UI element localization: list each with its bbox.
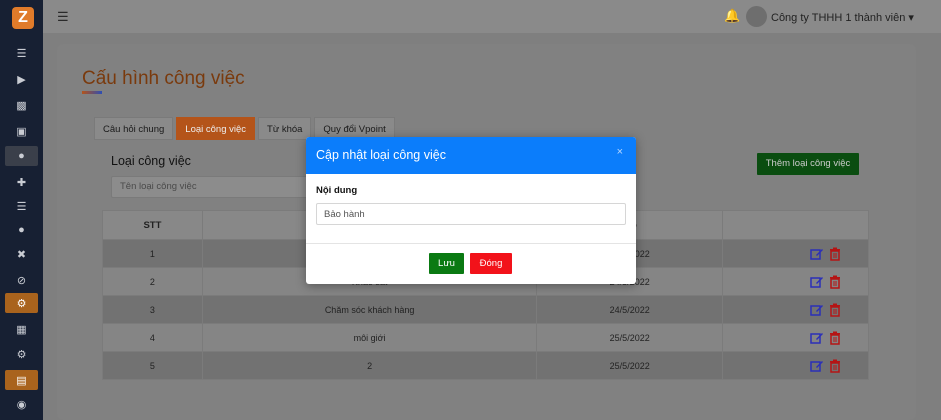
gear-icon[interactable]: ⚙ xyxy=(0,344,43,364)
building-icon[interactable]: ▦ xyxy=(0,319,43,339)
content-field-label: Nội dung xyxy=(316,185,358,196)
cell-name: Chăm sóc khách hàng xyxy=(201,295,538,324)
column-header-stt: STT xyxy=(102,210,203,240)
section-title: Loại công việc xyxy=(111,154,191,168)
table-row: 5 2 25/5/2022 xyxy=(102,351,869,380)
chart-icon[interactable]: ▩ xyxy=(0,95,43,115)
trash-icon[interactable] xyxy=(828,275,842,289)
user-times-icon[interactable]: ✖ xyxy=(0,244,43,264)
modal-title: Cập nhật loại công việc xyxy=(316,148,446,162)
cell-stt: 4 xyxy=(102,323,203,352)
edit-icon[interactable] xyxy=(809,275,824,289)
update-job-type-modal: Cập nhật loại công việc × Nội dung Lưu Đ… xyxy=(306,137,636,284)
app-logo[interactable]: Z xyxy=(12,7,34,29)
avatar[interactable] xyxy=(746,6,767,27)
cell-stt: 2 xyxy=(102,267,203,296)
add-job-type-button[interactable]: Thêm loại công việc xyxy=(757,153,859,175)
table-row: 3 Chăm sóc khách hàng 24/5/2022 xyxy=(102,295,869,324)
trash-icon[interactable] xyxy=(828,303,842,317)
user-tie-icon[interactable]: ● xyxy=(5,146,38,166)
cell-date: 25/5/2022 xyxy=(536,351,724,380)
title-underline xyxy=(82,91,102,94)
cell-actions xyxy=(722,351,869,380)
chevron-down-icon: ▾ xyxy=(908,12,914,24)
trash-icon[interactable] xyxy=(828,359,842,373)
cell-actions xyxy=(722,323,869,352)
tab-general-questions[interactable]: Câu hỏi chung xyxy=(94,117,174,140)
trash-icon[interactable] xyxy=(828,331,842,345)
content-field[interactable] xyxy=(316,203,626,225)
edit-icon[interactable] xyxy=(809,331,824,345)
list-icon[interactable]: ☰ xyxy=(0,43,43,63)
cell-stt: 3 xyxy=(102,295,203,324)
close-button[interactable]: Đóng xyxy=(470,253,512,274)
users-icon[interactable]: ● xyxy=(0,220,43,240)
edit-icon[interactable] xyxy=(809,247,824,261)
sidebar: Z ☰ ▶ ▩ ▣ ● ✚ ☰ ● ✖ ⊘ ⚙ ▦ ⚙ ▤ ◉ xyxy=(0,0,43,420)
bell-icon[interactable]: 🔔 xyxy=(724,8,740,24)
play-icon[interactable]: ▶ xyxy=(0,69,43,89)
cubes-icon[interactable]: ▣ xyxy=(0,121,43,141)
edit-icon[interactable] xyxy=(809,359,824,373)
job-type-filter-input[interactable]: Tên loại công việc xyxy=(111,176,321,198)
user-circle-icon[interactable]: ◉ xyxy=(0,394,43,414)
close-icon[interactable]: × xyxy=(617,146,623,158)
cell-date: 24/5/2022 xyxy=(536,295,724,324)
cell-stt: 1 xyxy=(102,239,203,268)
page-title: Cấu hình công việc xyxy=(82,68,245,89)
list-icon[interactable]: ☰ xyxy=(0,196,43,216)
modal-header: Cập nhật loại công việc × xyxy=(306,137,636,174)
cell-actions xyxy=(722,295,869,324)
user-plus-icon[interactable]: ✚ xyxy=(0,172,43,192)
edit-icon[interactable] xyxy=(809,303,824,317)
top-bar: ☰ 🔔 Công ty THHH 1 thành viên ▾ xyxy=(43,0,941,33)
cell-stt: 5 xyxy=(102,351,203,380)
tab-job-types[interactable]: Loại công việc xyxy=(176,117,256,140)
table-row: 4 môi giới 25/5/2022 xyxy=(102,323,869,352)
cell-actions xyxy=(722,239,869,268)
cell-date: 25/5/2022 xyxy=(536,323,724,352)
user-menu[interactable]: Công ty THHH 1 thành viên ▾ xyxy=(771,11,914,24)
gear-icon[interactable]: ⚙ xyxy=(5,293,38,313)
tab-keywords[interactable]: Từ khóa xyxy=(258,117,312,140)
cell-name: 2 xyxy=(201,351,538,380)
trash-icon[interactable] xyxy=(828,247,842,261)
column-header-actions xyxy=(722,210,869,240)
user-name: Công ty THHH 1 thành viên xyxy=(771,12,906,24)
cell-actions xyxy=(722,267,869,296)
table-icon[interactable]: ▤ xyxy=(5,370,38,390)
modal-divider xyxy=(306,243,636,244)
save-button[interactable]: Lưu xyxy=(429,253,464,274)
cell-name: môi giới xyxy=(201,323,538,352)
user-slash-icon[interactable]: ⊘ xyxy=(0,270,43,290)
hamburger-menu-icon[interactable]: ☰ xyxy=(57,9,69,25)
